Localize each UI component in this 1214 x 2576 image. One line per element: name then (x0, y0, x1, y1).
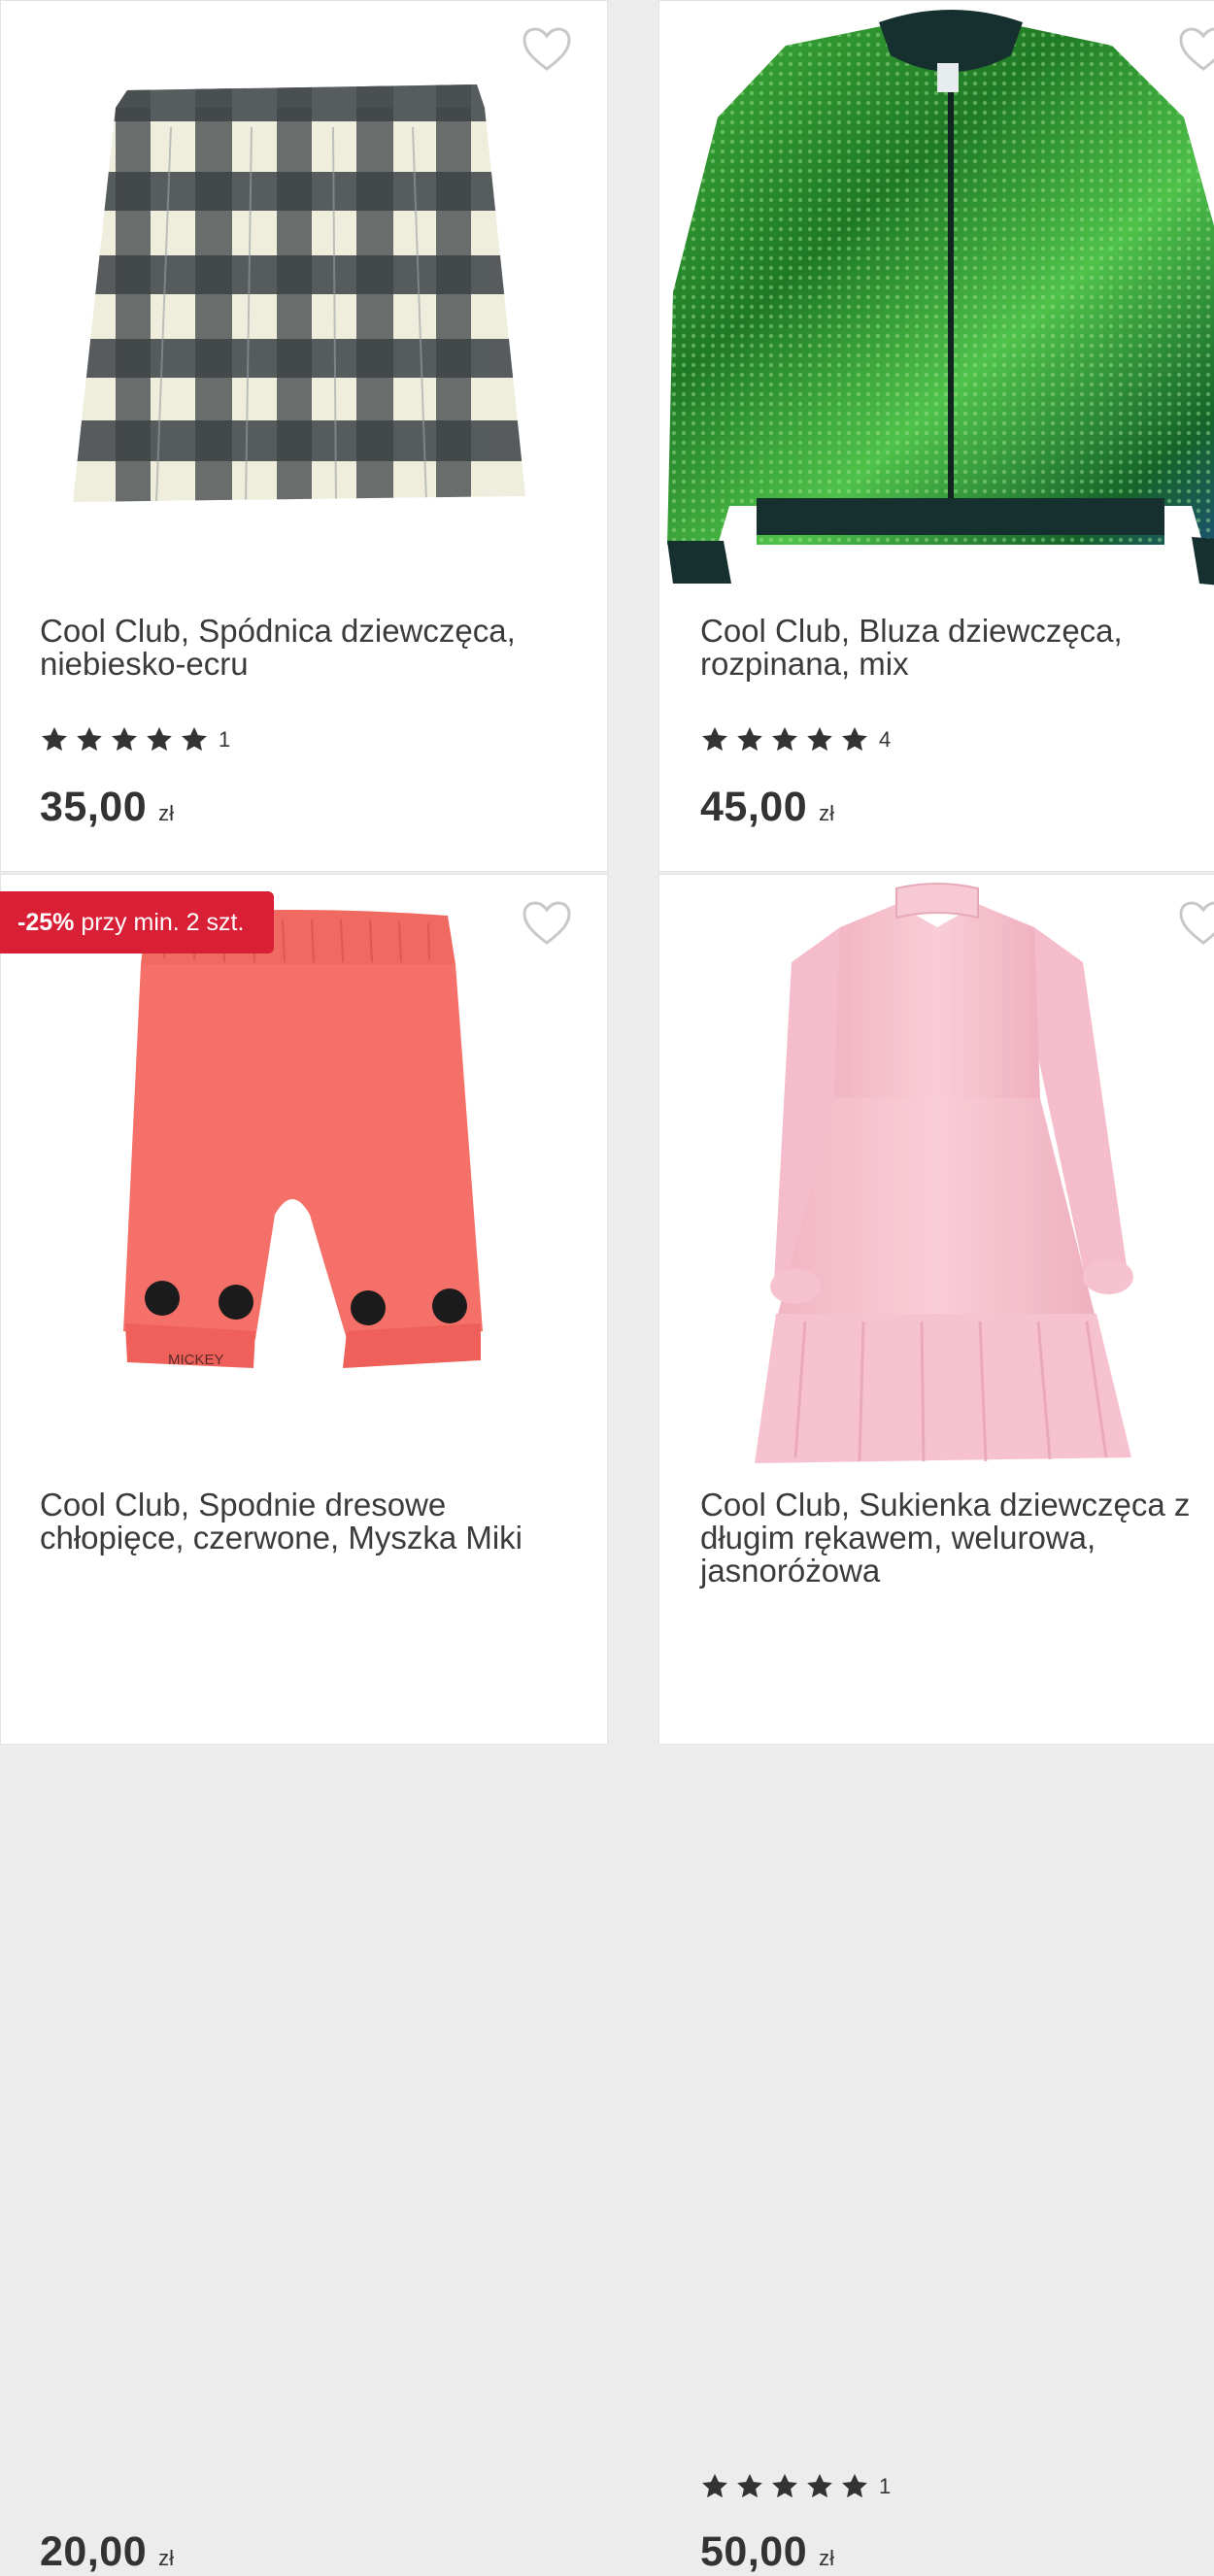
product-grid: Cool Club, Spódnica dziewczęca, niebiesk… (0, 0, 1214, 2575)
favorite-heart-icon[interactable] (522, 900, 572, 947)
star-icon (702, 726, 727, 752)
star-icon (737, 726, 762, 752)
red-sweatpants-image: MICKEY (123, 910, 483, 1368)
star-icon (147, 726, 172, 752)
plaid-skirt-image (73, 84, 525, 502)
pink-dress-image (755, 883, 1133, 1463)
price-amount: 35,00 (40, 784, 148, 830)
rating-count: 4 (879, 727, 892, 752)
star-icon (737, 2473, 762, 2498)
price-currency: zł (819, 801, 834, 825)
product-title[interactable]: Cool Club, Spodnie dresowe chłopięce, cz… (40, 1489, 564, 1555)
product-card[interactable]: Cool Club, Bluza dziewczęca, rozpinana, … (658, 0, 1214, 872)
mickey-print-text: MICKEY (168, 1352, 224, 1368)
star-icon (842, 726, 867, 752)
star-icon (807, 2473, 832, 2498)
product-rating: 1 (40, 725, 230, 754)
price-amount: 20,00 (40, 2528, 148, 2575)
star-icon (842, 2473, 867, 2498)
product-price: 20,00 zł (40, 2528, 174, 2576)
product-card[interactable]: Cool Club, Sukienka dziewczęca z długim … (658, 874, 1214, 2575)
favorite-heart-icon[interactable] (522, 26, 572, 73)
star-icon (702, 2473, 727, 2498)
favorite-heart-icon[interactable] (1178, 900, 1214, 947)
favorite-heart-icon[interactable] (1178, 26, 1214, 73)
price-currency: zł (819, 2546, 834, 2570)
promo-text: przy min. 2 szt. (74, 908, 245, 936)
product-title[interactable]: Cool Club, Sukienka dziewczęca z długim … (700, 1489, 1214, 1588)
star-icon (772, 726, 797, 752)
product-card[interactable]: MICKEY Cool Club, Spodnie dresowe chłopi… (0, 874, 608, 2575)
product-image[interactable] (659, 1, 1214, 593)
star-icon (42, 726, 67, 752)
rating-count: 1 (219, 727, 231, 752)
product-card[interactable]: Cool Club, Spódnica dziewczęca, niebiesk… (0, 0, 608, 872)
product-image[interactable] (1, 1, 607, 593)
product-rating: 4 (700, 725, 891, 754)
promo-badge: -25% przy min. 2 szt. (0, 891, 274, 953)
rating-stars (700, 725, 869, 754)
green-sequin-jacket-image (667, 10, 1214, 585)
star-icon (772, 2473, 797, 2498)
product-title[interactable]: Cool Club, Spódnica dziewczęca, niebiesk… (40, 615, 564, 681)
star-icon (112, 726, 137, 752)
price-amount: 45,00 (700, 784, 808, 830)
star-icon (77, 726, 102, 752)
price-currency: zł (158, 2546, 174, 2570)
price-currency: zł (158, 801, 174, 825)
product-price: 50,00 zł (700, 2528, 834, 2576)
star-icon (807, 726, 832, 752)
product-image[interactable]: MICKEY (1, 875, 607, 1467)
price-amount: 50,00 (700, 2528, 808, 2575)
product-rating: 1 (700, 2472, 891, 2501)
rating-count: 1 (879, 2474, 892, 2498)
promo-percent: -25% (17, 908, 75, 936)
rating-stars (700, 2472, 869, 2501)
star-icon (182, 726, 207, 752)
product-image[interactable] (659, 875, 1214, 1467)
product-title[interactable]: Cool Club, Bluza dziewczęca, rozpinana, … (700, 615, 1214, 681)
rating-stars (40, 725, 209, 754)
product-price: 45,00 zł (700, 784, 834, 831)
product-price: 35,00 zł (40, 784, 174, 831)
